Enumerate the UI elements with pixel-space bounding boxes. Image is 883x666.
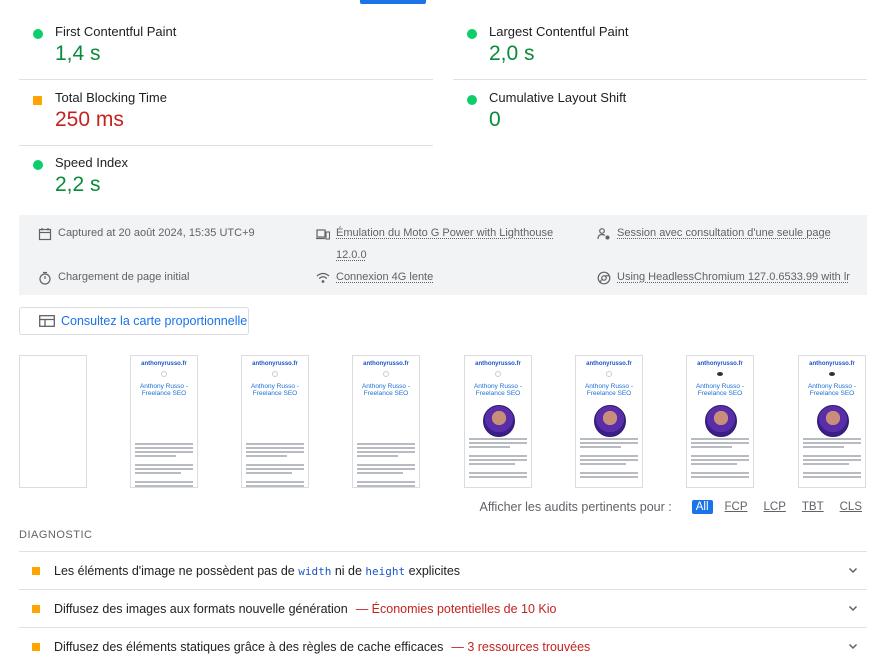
treemap-button[interactable]: Consultez la carte proportionnelle: [19, 307, 249, 335]
average-indicator-icon: [32, 642, 40, 651]
audit-title: Diffusez des images aux formats nouvelle…: [54, 601, 348, 616]
metric-value: 250 ms: [55, 108, 124, 131]
pass-indicator-icon: [33, 160, 43, 170]
filmstrip-frame: anthonyrusso.fr Anthony Russo - Freelance…: [575, 355, 643, 488]
average-indicator-icon: [32, 604, 40, 613]
treemap-label: Consultez la carte proportionnelle: [61, 314, 248, 328]
audit-title: Diffusez des éléments statiques grâce à …: [54, 639, 444, 654]
filmstrip-frame: anthonyrusso.fr Anthony Russo - Freelance…: [798, 355, 866, 488]
text-placeholder: [357, 438, 415, 487]
audit-filter-bar: Afficher les audits pertinents pour : Al…: [479, 500, 866, 514]
text-placeholder: [580, 438, 638, 480]
audit-savings: — 3 ressources trouvées: [451, 639, 591, 654]
divider: [453, 79, 867, 80]
timer-icon: [39, 271, 51, 285]
filter-lcp[interactable]: LCP: [760, 500, 790, 514]
menu-icon: [383, 371, 389, 377]
menu-icon: [272, 371, 278, 377]
filmstrip-frame: anthonyrusso.fr Anthony Russo - Freelance…: [352, 355, 420, 488]
pass-indicator-icon: [467, 29, 477, 39]
metric-value: 0: [489, 108, 501, 131]
calendar-icon: [38, 228, 52, 241]
pass-indicator-icon: [33, 29, 43, 39]
chevron-down-icon[interactable]: [847, 602, 859, 614]
filter-label: Afficher les audits pertinents pour :: [479, 500, 672, 514]
audit-modern-image-formats[interactable]: Diffusez des images aux formats nouvelle…: [19, 589, 867, 627]
avatar: [705, 405, 737, 437]
menu-icon: [829, 372, 835, 376]
session-info[interactable]: Session avec consultation d'une seule pa…: [597, 227, 831, 241]
metric-value: 1,4 s: [55, 42, 101, 65]
avatar: [483, 405, 515, 437]
text-placeholder: [246, 438, 304, 487]
chrome-icon: [597, 271, 611, 285]
metric-name: Largest Contentful Paint: [489, 24, 629, 39]
browser-info[interactable]: Using HeadlessChromium 127.0.6533.99 wit…: [597, 271, 850, 285]
metric-name: First Contentful Paint: [55, 24, 177, 39]
average-indicator-icon: [33, 96, 42, 105]
filmstrip-frame: anthonyrusso.fr Anthony Russo - Freelance…: [686, 355, 754, 488]
diagnostics-heading: DIAGNOSTIC: [19, 529, 93, 541]
menu-icon: [717, 372, 723, 376]
divider: [19, 79, 433, 80]
treemap-icon: [39, 315, 55, 327]
avatar: [594, 405, 626, 437]
metric-value: 2,0 s: [489, 42, 535, 65]
filter-tbt[interactable]: TBT: [798, 500, 828, 514]
metric-name: Speed Index: [55, 155, 129, 170]
filmstrip-frame: anthonyrusso.fr Anthony Russo - Freelance…: [130, 355, 198, 488]
filter-all[interactable]: All: [691, 500, 713, 514]
active-tab-indicator: [360, 0, 426, 4]
text-placeholder: [469, 438, 527, 480]
person-pin-icon: [597, 228, 610, 240]
captured-info: Captured at 20 août 2024, 15:35 UTC+9: [38, 227, 255, 241]
menu-icon: [161, 371, 167, 377]
text-placeholder: [135, 438, 193, 487]
menu-icon: [606, 371, 612, 377]
audit-unsized-images[interactable]: Les éléments d'image ne possèdent pas de…: [19, 551, 867, 589]
metric-value: 2,2 s: [55, 173, 101, 196]
chevron-down-icon[interactable]: [847, 640, 859, 652]
average-indicator-icon: [32, 566, 40, 575]
divider: [19, 145, 433, 146]
filmstrip-frame: anthonyrusso.fr Anthony Russo - Freelance…: [464, 355, 532, 488]
text-placeholder: [803, 438, 861, 480]
devices-icon: [316, 229, 330, 240]
emulation-info[interactable]: Émulation du Moto G Power with Lighthous…: [316, 227, 553, 266]
text-placeholder: [691, 438, 749, 480]
metric-name: Cumulative Layout Shift: [489, 90, 627, 105]
audit-cache-policy[interactable]: Diffusez des éléments statiques grâce à …: [19, 627, 867, 665]
metric-name: Total Blocking Time: [55, 90, 167, 105]
avatar: [817, 405, 849, 437]
filmstrip-frame-blank: [19, 355, 87, 488]
menu-icon: [495, 371, 501, 377]
wifi-icon: [316, 272, 330, 283]
chevron-down-icon[interactable]: [847, 564, 859, 576]
load-info: Chargement de page initial: [38, 271, 189, 285]
filmstrip-frame: anthonyrusso.fr Anthony Russo - Freelance…: [241, 355, 309, 488]
filter-cls[interactable]: CLS: [836, 500, 866, 514]
network-info[interactable]: Connexion 4G lente: [316, 271, 433, 285]
audit-savings: — Économies potentielles de 10 Kio: [355, 601, 557, 616]
filter-fcp[interactable]: FCP: [721, 500, 752, 514]
pass-indicator-icon: [467, 95, 477, 105]
runtime-settings: Captured at 20 août 2024, 15:35 UTC+9 Ém…: [19, 215, 867, 295]
